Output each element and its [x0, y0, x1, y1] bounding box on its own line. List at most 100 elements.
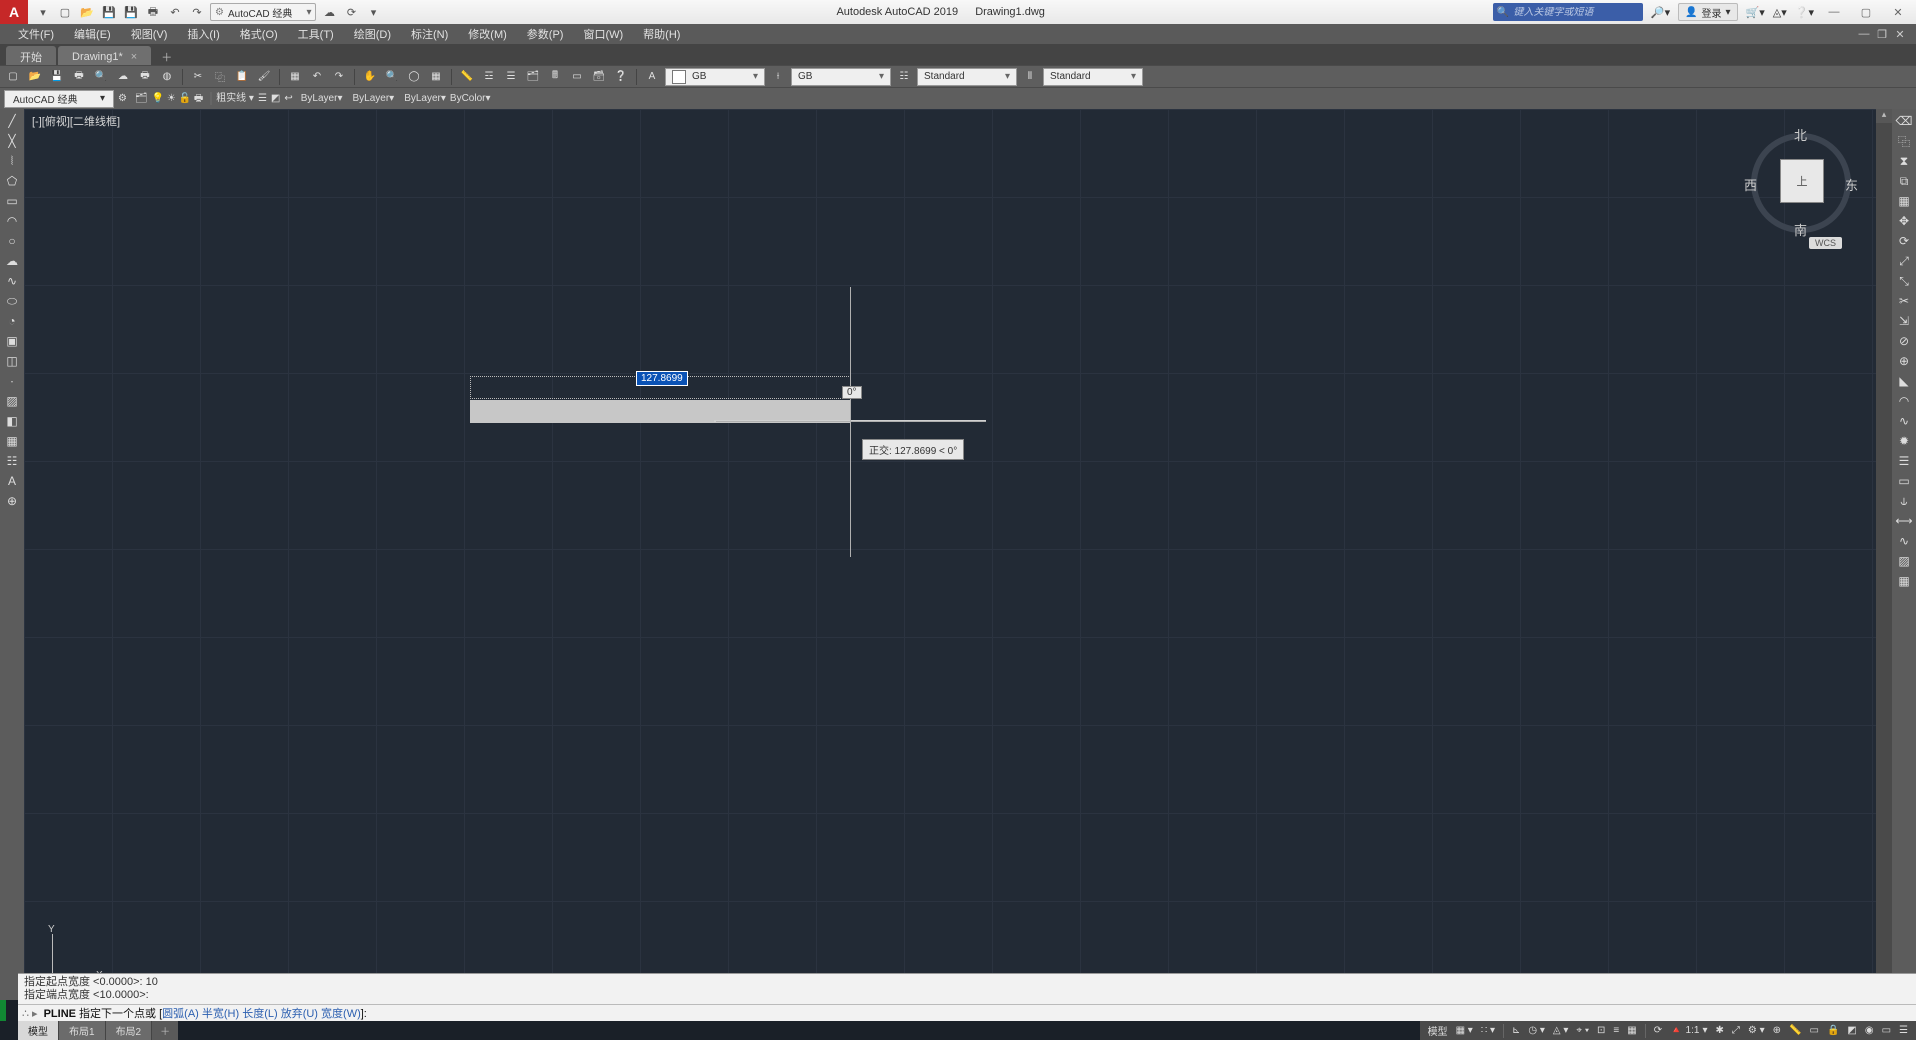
copy-icon[interactable]: ⿻	[1895, 133, 1913, 149]
scale-icon[interactable]: ⤢	[1895, 253, 1913, 269]
infocenter-icon[interactable]: 🔎▾	[1651, 6, 1670, 19]
lineweight-combo[interactable]: ByLayer▾	[398, 93, 446, 104]
undo-icon[interactable]: ↶	[308, 68, 326, 86]
insert-icon[interactable]: ▣	[3, 333, 21, 349]
qat-more-icon[interactable]: ▾	[364, 3, 382, 21]
search-box[interactable]: 🔍	[1493, 3, 1643, 21]
select-icon[interactable]: ▭	[1895, 473, 1913, 489]
canvas-vscroll[interactable]: ▴▾	[1876, 109, 1892, 1000]
plot-icon[interactable]: 🖶	[136, 68, 154, 86]
layer-state-icon[interactable]: ☰	[258, 93, 267, 104]
qat-workspace-selector[interactable]: ⚙ AutoCAD 经典 ▾	[210, 3, 316, 21]
calc-icon[interactable]: 🖩	[546, 68, 564, 86]
edit-spline-icon[interactable]: ∿	[1895, 533, 1913, 549]
textstyle-combo[interactable]: GB▾	[665, 68, 765, 86]
color-combo[interactable]: ByLayer▾	[301, 93, 343, 104]
layout-tab-add[interactable]: ＋	[152, 1021, 178, 1040]
open-icon[interactable]: 📂	[26, 68, 44, 86]
blend-icon[interactable]: ∿	[1895, 413, 1913, 429]
exchange-icon[interactable]: 🛒▾	[1746, 6, 1765, 19]
search-input[interactable]	[1513, 7, 1623, 18]
extend-icon[interactable]: ⇲	[1895, 313, 1913, 329]
line-icon[interactable]: ╱	[3, 113, 21, 129]
command-input[interactable]: ∴ ▸ PLINE 指定下一个点或 [圆弧(A) 半宽(H) 长度(L) 放弃(…	[18, 1004, 1916, 1021]
ortho-toggle[interactable]: ⊾	[1512, 1025, 1520, 1036]
compass-west[interactable]: 西	[1744, 175, 1757, 194]
dimstyle-combo[interactable]: GB▾	[791, 68, 891, 86]
std-combo-1[interactable]: Standard▾	[917, 68, 1017, 86]
tab-add[interactable]: ＋	[153, 49, 180, 65]
drawing-canvas[interactable]: [-][俯视][二维线框] 127.8699 0° 正交: 127.8699 <…	[24, 109, 1876, 1000]
open-icon[interactable]: 📂	[78, 3, 96, 21]
status-model[interactable]: 模型	[1428, 1023, 1448, 1038]
doc-restore[interactable]: ❐	[1874, 28, 1890, 41]
polygon-icon[interactable]: ⬠	[3, 173, 21, 189]
doc-close[interactable]: ✕	[1892, 28, 1908, 41]
print-icon[interactable]: 🖶	[70, 68, 88, 86]
menu-help[interactable]: 帮助(H)	[633, 24, 690, 44]
tab-start[interactable]: 开始	[6, 46, 56, 65]
layer-prev-icon[interactable]: ↩	[284, 93, 292, 104]
ann-scale[interactable]: 🔺 1:1 ▾	[1670, 1025, 1707, 1036]
compass-east[interactable]: 东	[1845, 175, 1858, 194]
join-icon[interactable]: ⊕	[1895, 353, 1913, 369]
mlstyle-icon[interactable]: ⦀	[1021, 68, 1039, 86]
redo-icon[interactable]: ↷	[330, 68, 348, 86]
props-icon[interactable]: ☲	[480, 68, 498, 86]
layer-combo[interactable]: 💡 ☀ 🔓 🖶 粗实线 ▾	[152, 89, 254, 108]
units-toggle[interactable]: 📏	[1789, 1025, 1801, 1036]
wcs-badge[interactable]: WCS	[1809, 237, 1842, 249]
cleanscreen-toggle[interactable]: ▭	[1882, 1025, 1891, 1036]
block-icon[interactable]: ▦	[286, 68, 304, 86]
trim-icon[interactable]: ✂	[1895, 293, 1913, 309]
mtext-icon[interactable]: A	[3, 473, 21, 489]
block-icon[interactable]: ◫	[3, 353, 21, 369]
region-icon[interactable]: ▦	[3, 433, 21, 449]
app-icon[interactable]: A	[0, 0, 28, 24]
polyline-icon[interactable]: ⦚	[3, 153, 21, 169]
zoom-icon[interactable]: 🔍	[383, 68, 401, 86]
menu-modify[interactable]: 修改(M)	[458, 24, 517, 44]
help-icon[interactable]: ❔	[612, 68, 630, 86]
a360-icon[interactable]: ◬▾	[1773, 6, 1787, 19]
paste-icon[interactable]: 📋	[233, 68, 251, 86]
cleanscreen-icon[interactable]: ▭	[568, 68, 586, 86]
lengthen-icon[interactable]: ⟷	[1895, 513, 1913, 529]
xline-icon[interactable]: ╳	[3, 133, 21, 149]
undo-icon[interactable]: ↶	[166, 3, 184, 21]
transparency-toggle[interactable]: ▦	[1627, 1025, 1636, 1036]
annotation-monitor[interactable]: ⊕	[1773, 1025, 1781, 1036]
table-icon[interactable]: ☷	[3, 453, 21, 469]
textstyle-icon[interactable]: A	[643, 68, 661, 86]
help-icon[interactable]: ❔▾	[1795, 6, 1814, 19]
tool-palette-icon[interactable]: 🗂	[524, 68, 542, 86]
plotstyle-combo[interactable]: ByColor▾	[450, 93, 491, 104]
hardware-toggle[interactable]: ◉	[1865, 1025, 1874, 1036]
viewcube-top[interactable]: 上	[1780, 159, 1824, 203]
ellipse-icon[interactable]: ⬭	[3, 293, 21, 309]
menu-draw[interactable]: 绘图(D)	[344, 24, 401, 44]
workspace-switch[interactable]: ⚙ ▾	[1748, 1025, 1765, 1036]
osnap-toggle[interactable]: ⌖ ▾	[1576, 1025, 1589, 1036]
close-icon[interactable]: ×	[131, 51, 137, 63]
compass-south[interactable]: 南	[1794, 220, 1807, 239]
layer-props-icon[interactable]: 🗂	[135, 93, 148, 104]
sync-icon[interactable]: ⟳	[342, 3, 360, 21]
new-icon[interactable]: ▢	[4, 68, 22, 86]
revcloud-icon[interactable]: ☁	[3, 253, 21, 269]
move-icon[interactable]: ✥	[1895, 213, 1913, 229]
gear-icon[interactable]: ⚙	[118, 93, 127, 104]
save-icon[interactable]: 💾	[100, 3, 118, 21]
lineweight-toggle[interactable]: ≡	[1613, 1025, 1619, 1036]
gradient-icon[interactable]: ◧	[3, 413, 21, 429]
customize-status[interactable]: ☰	[1899, 1025, 1908, 1036]
cut-icon[interactable]: ✂	[189, 68, 207, 86]
menu-parametric[interactable]: 参数(P)	[517, 24, 574, 44]
dimstyle-icon[interactable]: ⟊	[769, 68, 787, 86]
edit-array-icon[interactable]: ▦	[1895, 573, 1913, 589]
cycling-toggle[interactable]: ⟳	[1654, 1025, 1662, 1036]
orbit-icon[interactable]: ◯	[405, 68, 423, 86]
share-icon[interactable]: ☁	[320, 3, 338, 21]
polar-toggle[interactable]: ◷ ▾	[1528, 1025, 1545, 1036]
offset-icon[interactable]: ⧉	[1895, 173, 1913, 189]
